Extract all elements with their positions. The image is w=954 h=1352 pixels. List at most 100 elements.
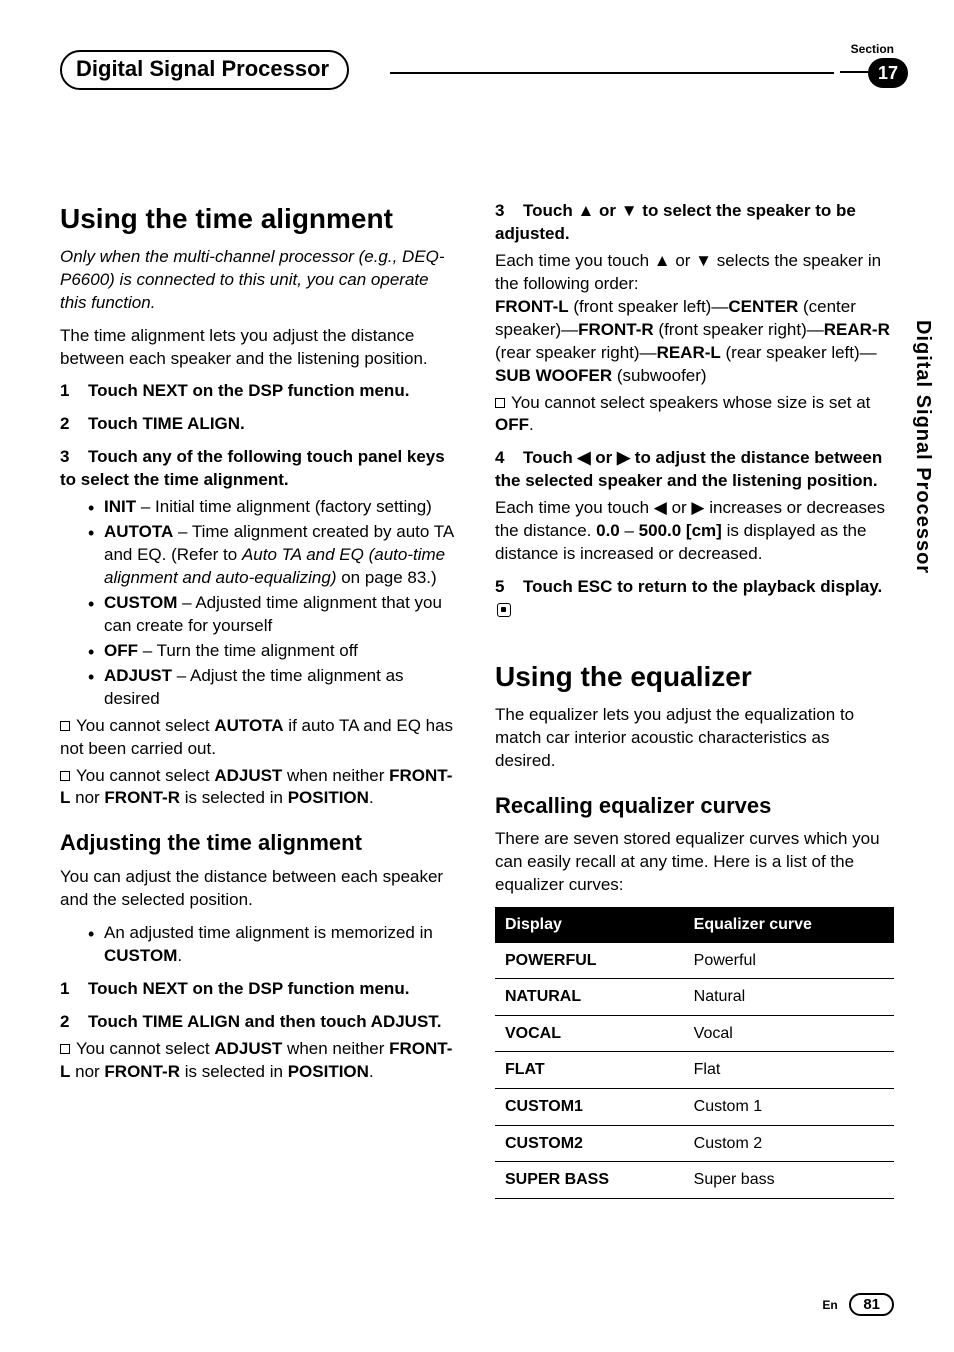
note-text: . (369, 1062, 374, 1081)
step-text: Touch ▲ or ▼ to select the speaker to be… (495, 201, 856, 243)
equalizer-table: Display Equalizer curve POWERFULPowerful… (495, 907, 894, 1199)
step-4-body: Each time you touch ◀ or ▶ increases or … (495, 497, 894, 566)
option-desc: on page 83.) (337, 568, 437, 587)
heading-equalizer: Using the equalizer (495, 658, 894, 696)
right-arrow-icon: ▶ (617, 448, 630, 467)
note-key: ADJUST (214, 1039, 282, 1058)
key: CUSTOM (104, 946, 177, 965)
note-text: You cannot select (76, 1039, 214, 1058)
list-item: AUTOTA – Time alignment created by auto … (88, 521, 459, 590)
down-arrow-icon: ▼ (695, 251, 712, 270)
option-desc: – Initial time alignment (factory settin… (136, 497, 432, 516)
page-number: 81 (849, 1293, 894, 1316)
step-3-right: 3Touch ▲ or ▼ to select the speaker to b… (495, 200, 894, 246)
list-item: CUSTOM – Adjusted time alignment that yo… (88, 592, 459, 638)
list-item: ADJUST – Adjust the time alignment as de… (88, 665, 459, 711)
text: . (177, 946, 182, 965)
content-columns: Using the time alignment Only when the m… (60, 190, 894, 1199)
note-text: when neither (282, 1039, 389, 1058)
eq-intro: The equalizer lets you adjust the equali… (495, 704, 894, 773)
note-text: . (369, 788, 374, 807)
heading-recalling: Recalling equalizer curves (495, 791, 894, 821)
note: You cannot select ADJUST when neither FR… (60, 1038, 459, 1084)
note-text: is selected in (180, 788, 288, 807)
square-bullet-icon (60, 721, 70, 731)
step-num: 2 (60, 413, 88, 436)
end-of-section-icon (497, 603, 511, 617)
square-bullet-icon (495, 398, 505, 408)
option-key: OFF (104, 641, 138, 660)
step-text: Touch TIME ALIGN and then touch ADJUST. (88, 1012, 442, 1031)
option-key: AUTOTA (104, 522, 173, 541)
note-key: AUTOTA (214, 716, 283, 735)
footer: En 81 (822, 1293, 894, 1316)
table-row: NATURALNatural (495, 979, 894, 1016)
intro-italic: Only when the multi-channel processor (e… (60, 246, 459, 315)
step-text: Touch NEXT on the DSP function menu. (88, 381, 409, 400)
step-text: Touch any of the following touch panel k… (60, 447, 445, 489)
adjust-note-list: An adjusted time alignment is memorized … (88, 922, 459, 968)
speaker-sequence: FRONT-L (front speaker left)—CENTER (cen… (495, 296, 894, 388)
table-header: Equalizer curve (684, 907, 894, 943)
note-key: ADJUST (214, 766, 282, 785)
step-3: 3Touch any of the following touch panel … (60, 446, 459, 492)
option-key: CUSTOM (104, 593, 177, 612)
left-arrow-icon: ◀ (577, 448, 590, 467)
header: Digital Signal Processor (60, 50, 894, 110)
right-column: 3Touch ▲ or ▼ to select the speaker to b… (495, 190, 894, 1199)
text: An adjusted time alignment is memorized … (104, 923, 433, 942)
square-bullet-icon (60, 771, 70, 781)
down-arrow-icon: ▼ (621, 201, 638, 220)
note-text: is selected in (180, 1062, 288, 1081)
note-key: FRONT-R (104, 1062, 180, 1081)
heading-adjusting: Adjusting the time alignment (60, 828, 459, 858)
note: You cannot select AUTOTA if auto TA and … (60, 715, 459, 761)
table-row: FLATFlat (495, 1052, 894, 1089)
step-text: Touch ESC to return to the playback disp… (523, 577, 882, 596)
up-arrow-icon: ▲ (577, 201, 594, 220)
note-text: nor (70, 788, 104, 807)
step-num: 3 (60, 446, 88, 469)
adjust-step-1: 1Touch NEXT on the DSP function menu. (60, 978, 459, 1001)
list-item: INIT – Initial time alignment (factory s… (88, 496, 459, 519)
option-key: ADJUST (104, 666, 172, 685)
up-arrow-icon: ▲ (654, 251, 671, 270)
table-row: VOCALVocal (495, 1015, 894, 1052)
step-text: Touch ◀ or ▶ to adjust the distance betw… (495, 448, 882, 490)
note-text: nor (70, 1062, 104, 1081)
step-5: 5Touch ESC to return to the playback dis… (495, 576, 894, 622)
step-4: 4Touch ◀ or ▶ to adjust the distance bet… (495, 447, 894, 493)
step-2: 2Touch TIME ALIGN. (60, 413, 459, 436)
adjust-step-2: 2Touch TIME ALIGN and then touch ADJUST. (60, 1011, 459, 1034)
step-num: 4 (495, 447, 523, 470)
option-desc: – Turn the time alignment off (138, 641, 358, 660)
note-key: FRONT-R (104, 788, 180, 807)
note: You cannot select ADJUST when neither FR… (60, 765, 459, 811)
header-title: Digital Signal Processor (60, 50, 349, 90)
list-item: OFF – Turn the time alignment off (88, 640, 459, 663)
note: You cannot select speakers whose size is… (495, 392, 894, 438)
table-header: Display (495, 907, 684, 943)
heading-time-alignment: Using the time alignment (60, 200, 459, 238)
step-num: 1 (60, 978, 88, 1001)
page: Section 17 Digital Signal Processor Digi… (0, 0, 954, 1352)
step-num: 5 (495, 576, 523, 599)
option-key: INIT (104, 497, 136, 516)
alignment-options: INIT – Initial time alignment (factory s… (88, 496, 459, 710)
header-rule (390, 72, 834, 74)
step-num: 2 (60, 1011, 88, 1034)
recall-intro: There are seven stored equalizer curves … (495, 828, 894, 897)
table-row: SUPER BASSSuper bass (495, 1162, 894, 1199)
note-text: You cannot select (76, 716, 214, 735)
left-arrow-icon: ◀ (654, 498, 667, 517)
note-text: when neither (282, 766, 389, 785)
list-item: An adjusted time alignment is memorized … (88, 922, 459, 968)
table-row: CUSTOM1Custom 1 (495, 1089, 894, 1126)
right-arrow-icon: ▶ (691, 498, 704, 517)
step-num: 3 (495, 200, 523, 223)
note-text: You cannot select (76, 766, 214, 785)
adjust-intro: You can adjust the distance between each… (60, 866, 459, 912)
left-column: Using the time alignment Only when the m… (60, 190, 459, 1199)
table-row: CUSTOM2Custom 2 (495, 1125, 894, 1162)
square-bullet-icon (60, 1044, 70, 1054)
